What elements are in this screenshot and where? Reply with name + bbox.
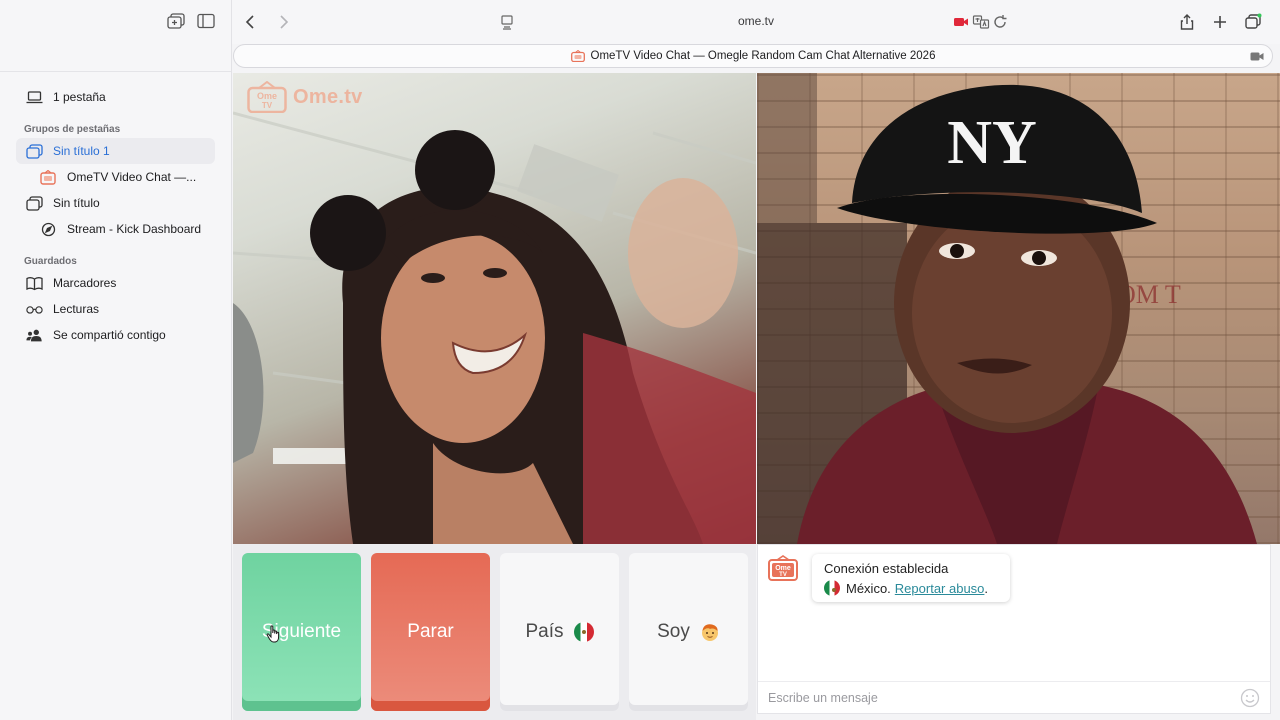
sidebar-item-shared-with-you[interactable]: Se compartió contigo: [16, 322, 215, 348]
hand-cursor-icon: [266, 625, 280, 643]
ometv-chat-avatar-icon: Ome TV: [768, 555, 798, 581]
sidebar-item-label: Sin título: [53, 196, 100, 210]
sidebar-item-label: Se compartió contigo: [53, 328, 166, 342]
country-button-label: País: [525, 621, 564, 642]
camera-active-icon[interactable]: [950, 12, 972, 32]
report-abuse-link[interactable]: Reportar abuso: [895, 581, 985, 596]
video-pip-icon[interactable]: [1250, 51, 1264, 62]
report-suffix: .: [984, 580, 989, 596]
tab-group-icon: [24, 143, 44, 159]
svg-text:TV: TV: [779, 572, 787, 578]
new-tab-icon[interactable]: [1209, 12, 1231, 32]
emoji-picker-icon[interactable]: [1240, 688, 1260, 708]
ometv-favicon-icon: [570, 50, 585, 62]
ometv-logo: Ome TV Ome.tv: [247, 81, 363, 113]
tab-title-bar[interactable]: OmeTV Video Chat — Omegle Random Cam Cha…: [233, 44, 1273, 68]
sidebar-item-kick-dashboard[interactable]: Stream - Kick Dashboard: [16, 216, 215, 242]
message-input[interactable]: Escribe un mensaje: [758, 681, 1270, 713]
share-icon[interactable]: [1176, 12, 1198, 32]
chat-controls: Siguiente Parar País Soy: [233, 544, 756, 720]
next-button[interactable]: Siguiente: [242, 553, 361, 711]
sidebar-item-ometv-tab[interactable]: OmeTV Video Chat —...: [16, 164, 215, 190]
mexico-flag-icon: [573, 622, 594, 642]
sidebar-item-label: 1 pestaña: [53, 90, 106, 104]
self-video: OM T NY: [757, 73, 1280, 544]
sidebar-item-tab-count[interactable]: 1 pestaña: [16, 84, 215, 110]
sidebar-item-untitled-1[interactable]: Sin título 1: [16, 138, 215, 164]
system-message: Conexión establecida México. Reportar ab…: [812, 554, 1010, 602]
tab-group-icon: [24, 195, 44, 211]
tab-overview-icon[interactable]: [1242, 12, 1264, 32]
glasses-icon: [24, 301, 44, 317]
svg-text:TV: TV: [262, 101, 273, 110]
address-bar[interactable]: ome.tv: [232, 14, 1280, 28]
chat-panel: Ome TV Conexión establecida México. Repo…: [757, 544, 1271, 714]
stop-button[interactable]: Parar: [371, 553, 490, 711]
sidebar-toggle-icon[interactable]: [196, 12, 216, 30]
svg-text:Ome: Ome: [775, 565, 791, 572]
laptop-icon: [24, 89, 44, 105]
saved-header: Guardados: [24, 256, 77, 267]
ometv-logo-text: Ome.tv: [293, 85, 363, 108]
stranger-country: México.: [846, 580, 891, 596]
gender-button[interactable]: Soy: [629, 553, 748, 711]
stop-button-label: Parar: [407, 621, 454, 642]
ometv-favicon-icon: [38, 169, 58, 185]
sidebar-item-reading-list[interactable]: Lecturas: [16, 296, 215, 322]
book-icon: [24, 275, 44, 291]
sidebar-item-untitled[interactable]: Sin título: [16, 190, 215, 216]
sidebar: 1 pestaña Grupos de pestañas Sin título …: [0, 0, 232, 720]
compass-icon: [38, 221, 58, 237]
tab-title: OmeTV Video Chat — Omegle Random Cam Cha…: [590, 50, 936, 62]
country-button[interactable]: País: [500, 553, 619, 711]
connection-status: Conexión establecida: [824, 561, 949, 576]
gender-button-label: Soy: [657, 621, 690, 642]
self-video-frame: OM T NY: [757, 73, 1257, 544]
mexico-flag-icon: [824, 580, 840, 596]
tab-groups-header: Grupos de pestañas: [24, 124, 121, 135]
sidebar-item-label: OmeTV Video Chat —...: [67, 170, 197, 184]
reload-icon[interactable]: [989, 12, 1011, 32]
message-input-placeholder: Escribe un mensaje: [768, 690, 878, 705]
sidebar-item-label: Marcadores: [53, 276, 117, 290]
svg-text:NY: NY: [947, 109, 1037, 177]
sidebar-item-label: Sin título 1: [53, 144, 110, 158]
browser-toolbar: ome.tv: [232, 0, 1280, 44]
stranger-video-frame: [233, 111, 756, 544]
stranger-video: Ome TV Ome.tv: [233, 73, 756, 544]
boy-emoji-icon: [701, 624, 718, 641]
sidebar-top: [0, 0, 231, 72]
ometv-tv-icon: Ome TV: [247, 81, 287, 113]
svg-text:Ome: Ome: [257, 91, 277, 101]
sidebar-item-label: Lecturas: [53, 302, 100, 316]
sidebar-item-label: Stream - Kick Dashboard: [67, 222, 202, 236]
new-tab-group-icon[interactable]: [166, 12, 186, 30]
sidebar-item-bookmarks[interactable]: Marcadores: [16, 270, 215, 296]
people-icon: [24, 327, 44, 343]
